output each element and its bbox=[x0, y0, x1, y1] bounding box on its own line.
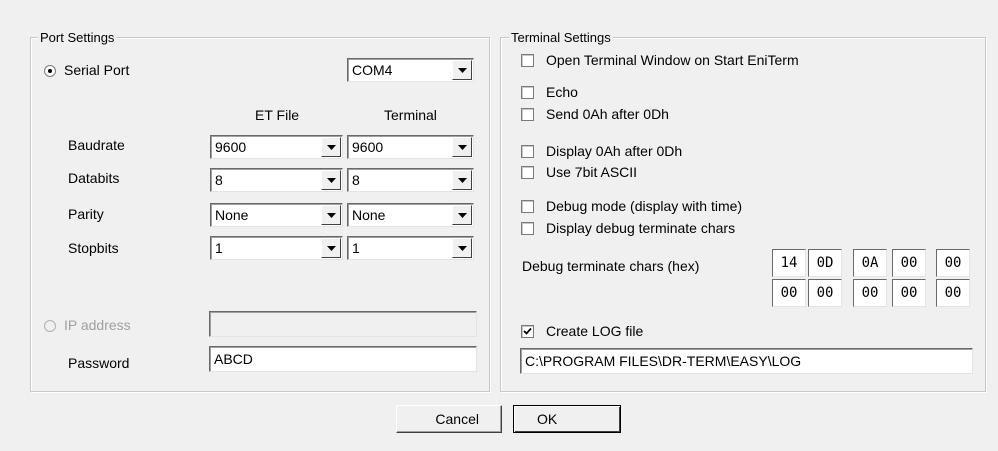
databits-label: Databits bbox=[68, 170, 120, 186]
databits-terminal-value: 8 bbox=[352, 172, 360, 188]
send-0ah-label: Send 0Ah after 0Dh bbox=[546, 106, 669, 122]
databits-et-value: 8 bbox=[215, 172, 223, 188]
ip-address-label: IP address bbox=[64, 317, 131, 333]
log-path-value: C:\PROGRAM FILES\DR-TERM\EASY\LOG bbox=[525, 353, 802, 369]
et-file-column-header: ET File bbox=[255, 107, 300, 123]
databits-et-select[interactable]: 8 bbox=[210, 168, 343, 192]
use-7bit-ascii-label: Use 7bit ASCII bbox=[546, 164, 638, 180]
debug-char-cell[interactable]: 0D bbox=[808, 249, 842, 277]
send-0ah-checkbox[interactable] bbox=[521, 108, 534, 121]
create-log-checkbox[interactable] bbox=[521, 325, 534, 338]
log-path-input[interactable]: C:\PROGRAM FILES\DR-TERM\EASY\LOG bbox=[520, 348, 973, 374]
baudrate-terminal-value: 9600 bbox=[352, 139, 384, 155]
port-settings-legend: Port Settings bbox=[38, 30, 117, 45]
baudrate-label: Baudrate bbox=[68, 137, 125, 153]
chevron-down-icon[interactable] bbox=[452, 170, 472, 190]
display-debug-chars-label: Display debug terminate chars bbox=[546, 220, 736, 236]
chevron-down-icon[interactable] bbox=[321, 205, 341, 225]
debug-char-cell[interactable]: 00 bbox=[808, 279, 842, 307]
serial-port-label: Serial Port bbox=[64, 62, 130, 78]
display-debug-chars-checkbox[interactable] bbox=[521, 222, 534, 235]
parity-et-value: None bbox=[215, 207, 249, 223]
chevron-down-icon[interactable] bbox=[452, 137, 472, 157]
terminal-column-header: Terminal bbox=[384, 107, 437, 123]
checkmark-icon bbox=[523, 327, 532, 335]
ip-address-input[interactable] bbox=[209, 311, 477, 337]
echo-label: Echo bbox=[546, 84, 578, 100]
debug-char-cell[interactable]: 00 bbox=[853, 279, 887, 307]
parity-et-select[interactable]: None bbox=[210, 203, 343, 227]
debug-mode-label: Debug mode (display with time) bbox=[546, 198, 743, 214]
chevron-down-icon[interactable] bbox=[452, 238, 472, 258]
parity-terminal-select[interactable]: None bbox=[347, 203, 474, 227]
ok-button[interactable]: OK bbox=[513, 405, 621, 433]
stopbits-et-select[interactable]: 1 bbox=[210, 236, 343, 260]
debug-char-cell[interactable]: 00 bbox=[936, 249, 970, 277]
debug-char-cell[interactable]: 00 bbox=[772, 279, 806, 307]
debug-chars-label: Debug terminate chars (hex) bbox=[522, 258, 700, 274]
terminal-settings-legend: Terminal Settings bbox=[509, 30, 613, 45]
echo-checkbox[interactable] bbox=[521, 86, 534, 99]
open-terminal-checkbox[interactable] bbox=[521, 54, 534, 67]
create-log-label: Create LOG file bbox=[546, 323, 644, 339]
baudrate-terminal-select[interactable]: 9600 bbox=[347, 135, 474, 159]
chevron-down-icon[interactable] bbox=[321, 238, 341, 258]
stopbits-et-value: 1 bbox=[215, 240, 223, 256]
password-input[interactable]: ABCD bbox=[209, 346, 477, 372]
stopbits-terminal-value: 1 bbox=[352, 240, 360, 256]
parity-terminal-value: None bbox=[352, 207, 386, 223]
parity-label: Parity bbox=[68, 206, 104, 222]
stopbits-label: Stopbits bbox=[68, 240, 119, 256]
chevron-down-icon[interactable] bbox=[452, 205, 472, 225]
stopbits-terminal-select[interactable]: 1 bbox=[347, 236, 474, 260]
open-terminal-label: Open Terminal Window on Start EniTerm bbox=[546, 52, 799, 68]
password-label: Password bbox=[68, 355, 130, 371]
chevron-down-icon[interactable] bbox=[321, 170, 341, 190]
ip-address-radio[interactable] bbox=[44, 320, 56, 332]
serial-port-radio[interactable] bbox=[44, 65, 56, 77]
com-port-select[interactable]: COM4 bbox=[347, 58, 474, 82]
chevron-down-icon[interactable] bbox=[321, 137, 341, 157]
use-7bit-ascii-checkbox[interactable] bbox=[521, 166, 534, 179]
password-value: ABCD bbox=[214, 351, 253, 367]
display-0ah-checkbox[interactable] bbox=[521, 145, 534, 158]
cancel-button-label: Cancel bbox=[435, 411, 479, 427]
com-port-value: COM4 bbox=[352, 62, 393, 78]
baudrate-et-value: 9600 bbox=[215, 139, 247, 155]
debug-char-cell[interactable]: 00 bbox=[892, 279, 926, 307]
cancel-button[interactable]: Cancel bbox=[396, 405, 502, 433]
debug-char-cell[interactable]: 00 bbox=[892, 249, 926, 277]
debug-mode-checkbox[interactable] bbox=[521, 200, 534, 213]
debug-char-cell[interactable]: 14 bbox=[772, 249, 806, 277]
ok-button-label: OK bbox=[537, 411, 558, 427]
display-0ah-label: Display 0Ah after 0Dh bbox=[546, 143, 683, 159]
baudrate-et-select[interactable]: 9600 bbox=[210, 135, 343, 159]
chevron-down-icon[interactable] bbox=[452, 60, 472, 80]
debug-char-cell[interactable]: 00 bbox=[936, 279, 970, 307]
debug-char-cell[interactable]: 0A bbox=[853, 249, 887, 277]
databits-terminal-select[interactable]: 8 bbox=[347, 168, 474, 192]
